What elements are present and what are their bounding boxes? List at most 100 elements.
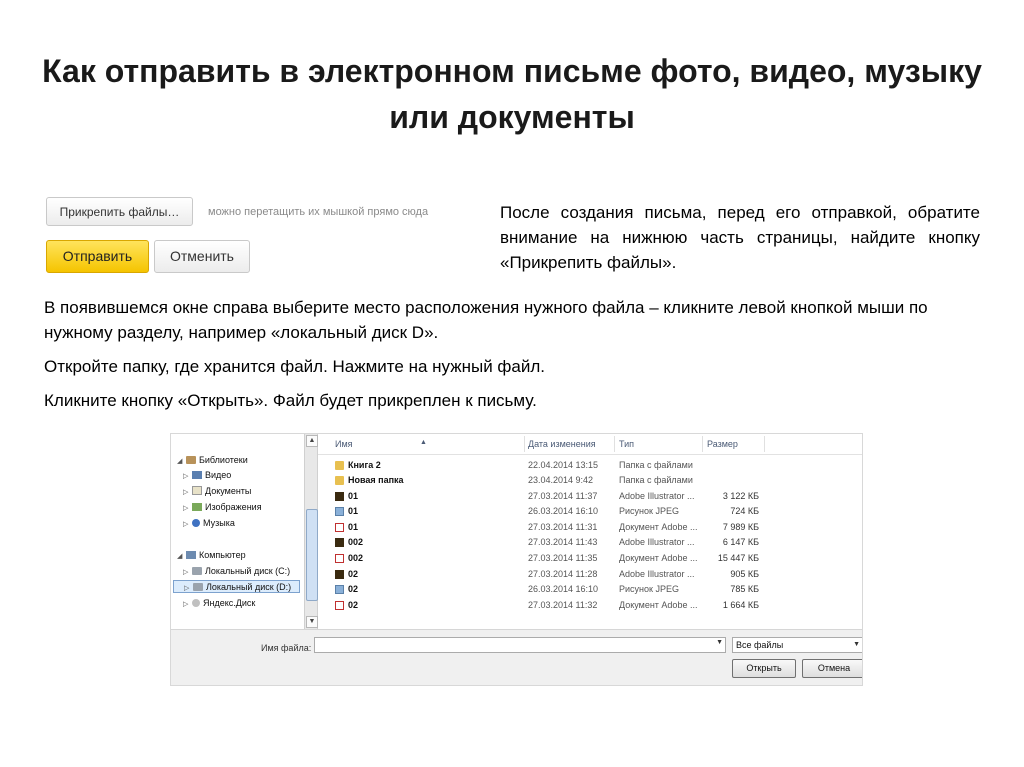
dialog-cancel-button[interactable]: Отмена — [802, 659, 862, 678]
file-size: 7 989 КБ — [722, 522, 759, 532]
file-date: 27.03.2014 11:43 — [528, 537, 598, 547]
file-type: Adobe Illustrator ... — [619, 569, 695, 579]
scroll-up-icon[interactable]: ▲ — [306, 435, 318, 447]
chevron-down-icon[interactable]: ▼ — [716, 639, 723, 646]
pdf-icon — [335, 601, 344, 610]
attach-files-button[interactable]: Прикрепить файлы… — [46, 197, 193, 226]
file-date: 27.03.2014 11:35 — [528, 553, 598, 563]
file-name: 02 — [348, 584, 359, 594]
pdf-icon — [335, 523, 344, 532]
scroll-thumb[interactable] — [306, 509, 318, 601]
tree-item-computer[interactable]: ◢ Компьютер — [177, 549, 246, 562]
sort-arrow-icon: ▲ — [420, 439, 427, 446]
tree-item-images[interactable]: ▷ Изображения — [183, 501, 262, 514]
send-button[interactable]: Отправить — [46, 240, 149, 273]
instruction-attach: После создания письма, перед его отправк… — [500, 203, 980, 272]
instruction-open-folder: Откройте папку, где хранится файл. Нажми… — [44, 357, 546, 376]
filename-label: Имя файла: — [261, 643, 312, 653]
tree-item-label: Видео — [205, 470, 232, 480]
illustrator-icon — [335, 492, 344, 501]
file-type: Документ Adobe ... — [619, 553, 698, 563]
tree-scrollbar[interactable]: ▲ ▼ — [304, 434, 318, 629]
instruction-click-open: Кликните кнопку «Открыть». Файл будет пр… — [44, 391, 537, 410]
file-type: Adobe Illustrator ... — [619, 491, 695, 501]
expand-arrow-icon[interactable]: ▷ — [183, 502, 192, 515]
library-icon — [186, 456, 196, 464]
illustrator-icon — [335, 570, 344, 579]
column-header-type[interactable]: Тип — [619, 439, 634, 449]
tree-item-label: Локальный диск (D:) — [206, 582, 292, 592]
jpeg-icon — [335, 585, 344, 594]
file-row[interactable]: 01 27.03.2014 11:37 Adobe Illustrator ... 3… — [318, 489, 862, 504]
file-name: 002 — [348, 537, 364, 547]
file-row[interactable]: Новая папка 23.04.2014 9:42 Папка с файлам… — [318, 473, 862, 488]
cancel-button[interactable]: Отменить — [154, 240, 250, 273]
file-date: 26.03.2014 16:10 — [528, 506, 599, 516]
expand-arrow-icon[interactable]: ▷ — [183, 470, 192, 483]
music-icon — [192, 519, 200, 527]
file-row[interactable]: 01 27.03.2014 11:31 Документ Adobe ... 7 98… — [318, 520, 862, 535]
file-date: 27.03.2014 11:28 — [528, 569, 598, 579]
images-icon — [192, 503, 202, 511]
open-button[interactable]: Открыть — [732, 659, 796, 678]
dialog-footer: Имя файла: ▼ Все файлы ▼ Открыть Отмена — [171, 629, 862, 685]
expand-arrow-icon[interactable]: ▷ — [183, 566, 192, 579]
video-icon — [192, 471, 202, 479]
computer-icon — [186, 551, 196, 559]
folder-icon — [335, 461, 344, 470]
file-row[interactable]: Книга 2 22.04.2014 13:15 Папка с файлами — [318, 458, 862, 473]
tree-item-yandex-disk[interactable]: ▷ Яндекс.Диск — [183, 597, 255, 610]
filename-input[interactable]: ▼ — [314, 637, 726, 653]
expand-arrow-icon[interactable]: ▷ — [184, 582, 193, 595]
expand-arrow-icon[interactable]: ◢ — [177, 455, 186, 468]
file-date: 23.04.2014 9:42 — [528, 475, 594, 485]
tree-item-documents[interactable]: ▷ Документы — [183, 485, 251, 498]
expand-arrow-icon[interactable]: ◢ — [177, 550, 186, 563]
tree-item-label: Документы — [205, 486, 252, 496]
file-row[interactable]: 02 27.03.2014 11:32 Документ Adobe ... 1 66… — [318, 598, 862, 613]
tree-item-disk-c[interactable]: ▷ Локальный диск (C:) — [183, 565, 290, 578]
column-header-size[interactable]: Размер — [707, 439, 738, 449]
tree-item-label: Яндекс.Диск — [203, 598, 256, 608]
file-type: Документ Adobe ... — [619, 522, 698, 532]
expand-arrow-icon[interactable]: ▷ — [183, 518, 192, 531]
file-type: Документ Adobe ... — [619, 600, 698, 610]
file-row[interactable]: 002 27.03.2014 11:43 Adobe Illustrator ...… — [318, 535, 862, 550]
file-name: Книга 2 — [348, 460, 381, 470]
file-date: 27.03.2014 11:37 — [528, 491, 598, 501]
file-row[interactable]: 01 26.03.2014 16:10 Рисунок JPEG 724 КБ — [318, 504, 862, 519]
expand-arrow-icon[interactable]: ▷ — [183, 486, 192, 499]
chevron-down-icon[interactable]: ▼ — [853, 638, 860, 652]
file-date: 27.03.2014 11:31 — [528, 522, 598, 532]
tree-item-label: Музыка — [203, 518, 235, 528]
file-row[interactable]: 02 26.03.2014 16:10 Рисунок JPEG 785 КБ — [318, 582, 862, 597]
column-header-name[interactable]: Имя — [335, 439, 353, 449]
navigation-tree: ◢ Библиотеки ▷ Видео ▷ Документы ▷ Изображен… — [171, 434, 304, 629]
tree-item-video[interactable]: ▷ Видео — [183, 469, 231, 482]
file-name: Новая папка — [348, 475, 404, 485]
tree-item-label: Локальный диск (C:) — [205, 566, 291, 576]
tree-item-music[interactable]: ▷ Музыка — [183, 517, 235, 530]
file-type-filter[interactable]: Все файлы ▼ — [732, 637, 862, 653]
file-type: Рисунок JPEG — [619, 584, 679, 594]
file-row[interactable]: 02 27.03.2014 11:28 Adobe Illustrator ... 9… — [318, 567, 862, 582]
file-type: Папка с файлами — [619, 475, 693, 485]
tree-item-label: Изображения — [205, 502, 262, 512]
column-header-date[interactable]: Дата изменения — [528, 439, 596, 449]
tree-item-libraries[interactable]: ◢ Библиотеки — [177, 454, 248, 467]
file-type: Adobe Illustrator ... — [619, 537, 695, 547]
expand-arrow-icon[interactable]: ▷ — [183, 598, 192, 611]
folder-icon — [335, 476, 344, 485]
file-size: 15 447 КБ — [717, 553, 759, 563]
file-size: 785 КБ — [730, 584, 759, 594]
file-size: 3 122 КБ — [722, 491, 759, 501]
page-title: Как отправить в электронном письме фото,… — [42, 53, 982, 135]
disk-icon — [193, 583, 203, 591]
file-name: 01 — [348, 491, 359, 501]
file-row[interactable]: 002 27.03.2014 11:35 Документ Adobe ... 15 … — [318, 551, 862, 566]
disk-icon — [192, 567, 202, 575]
scroll-down-icon[interactable]: ▼ — [306, 616, 318, 628]
tree-item-disk-d[interactable]: ▷ Локальный диск (D:) — [173, 580, 300, 593]
file-name: 02 — [348, 569, 359, 579]
file-type: Папка с файлами — [619, 460, 693, 470]
